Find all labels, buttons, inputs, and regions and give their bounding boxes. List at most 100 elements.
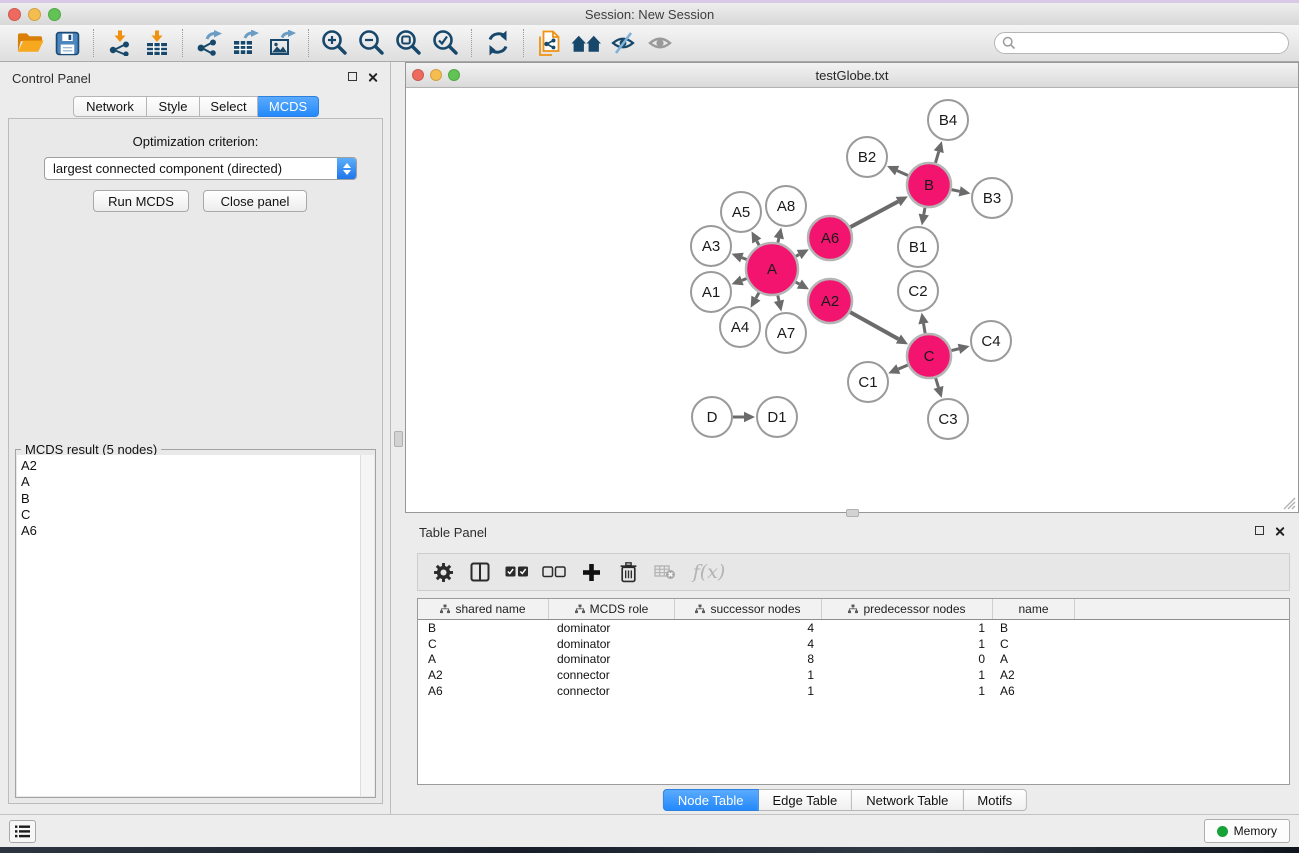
app-titlebar[interactable]: Session: New Session (0, 3, 1299, 25)
tab-network[interactable]: Network (73, 96, 147, 117)
column-header-mcds-role[interactable]: MCDS role (549, 599, 675, 619)
import-network-button[interactable] (101, 26, 138, 60)
run-mcds-button[interactable]: Run MCDS (93, 190, 189, 212)
graph-node-B1[interactable]: B1 (898, 227, 938, 267)
table-row[interactable]: A6connector11A6 (418, 683, 1289, 699)
deselect-all-rows-button[interactable] (539, 557, 569, 587)
graph-edge[interactable] (924, 324, 926, 334)
network-graph[interactable]: B4 B2 B B3 A5A8A6 A3 B1 A A1 C2 A2 A4A7 C4 C C1 C3 D D1 (407, 89, 1298, 512)
table-row[interactable]: Bdominator41B (418, 620, 1289, 636)
horizontal-split-handle[interactable] (846, 509, 859, 517)
result-item[interactable]: A (21, 474, 360, 490)
graph-edge[interactable] (796, 254, 799, 256)
vertical-split-handle[interactable] (394, 431, 403, 447)
column-visibility-button[interactable] (465, 557, 495, 587)
graph-edge[interactable] (757, 241, 759, 245)
graph-edge[interactable] (935, 152, 938, 163)
table-row[interactable]: Cdominator41C (418, 636, 1289, 652)
graph-node-B3[interactable]: B3 (972, 178, 1012, 218)
first-neighbors-button[interactable] (568, 26, 605, 60)
network-window-titlebar[interactable]: testGlobe.txt (406, 63, 1298, 88)
hide-selected-button[interactable] (605, 26, 642, 60)
global-search-field[interactable] (994, 32, 1289, 54)
graph-node-B[interactable]: B (907, 163, 951, 207)
result-list-scrollbar[interactable] (361, 455, 374, 796)
new-network-from-file-button[interactable] (531, 26, 568, 60)
close-panel-icon[interactable] (367, 72, 378, 83)
graph-node-B2[interactable]: B2 (847, 137, 887, 177)
graph-node-A8[interactable]: A8 (766, 186, 806, 226)
graph-edge[interactable] (850, 312, 898, 339)
close-panel-button[interactable]: Close panel (203, 190, 307, 212)
graph-node-D1[interactable]: D1 (757, 397, 797, 437)
graph-edge[interactable] (850, 202, 898, 228)
graph-edge[interactable] (742, 279, 747, 281)
criterion-dropdown[interactable]: largest connected component (directed) (44, 157, 357, 180)
add-column-button[interactable] (576, 557, 606, 587)
resize-grip-icon[interactable] (1282, 496, 1296, 510)
show-task-history-button[interactable] (9, 820, 36, 843)
result-item[interactable]: C (21, 507, 360, 523)
graph-node-A5[interactable]: A5 (721, 192, 761, 232)
tab-node-table[interactable]: Node Table (663, 789, 759, 811)
graph-edge[interactable] (778, 238, 779, 242)
column-header-successor-nodes[interactable]: successor nodes (675, 599, 822, 619)
graph-node-C4[interactable]: C4 (971, 321, 1011, 361)
delete-column-button[interactable] (613, 557, 643, 587)
graph-node-A1[interactable]: A1 (691, 272, 731, 312)
delete-table-button[interactable] (650, 557, 680, 587)
table-settings-button[interactable] (428, 557, 458, 587)
column-header-name[interactable]: name (993, 599, 1075, 619)
graph-node-A3[interactable]: A3 (691, 226, 731, 266)
graph-edge[interactable] (924, 208, 925, 215)
graph-node-C1[interactable]: C1 (848, 362, 888, 402)
column-header-predecessor-nodes[interactable]: predecessor nodes (822, 599, 993, 619)
close-table-panel-icon[interactable] (1274, 526, 1285, 537)
graph-edge[interactable] (898, 365, 907, 369)
tab-select[interactable]: Select (200, 96, 258, 117)
zoom-in-button[interactable] (316, 26, 353, 60)
table-row[interactable]: A2connector11A2 (418, 667, 1289, 683)
show-all-button[interactable] (642, 26, 679, 60)
result-item[interactable]: A2 (21, 458, 360, 474)
graph-node-A[interactable]: A (746, 243, 798, 295)
search-input[interactable] (1016, 34, 1288, 52)
tab-motifs[interactable]: Motifs (963, 789, 1027, 811)
memory-button[interactable]: Memory (1204, 819, 1290, 843)
zoom-out-button[interactable] (353, 26, 390, 60)
result-item[interactable]: B (21, 491, 360, 507)
graph-edge[interactable] (897, 171, 908, 176)
export-network-button[interactable] (190, 26, 227, 60)
float-panel-icon[interactable] (348, 72, 357, 81)
graph-node-A6[interactable]: A6 (808, 216, 852, 260)
mcds-result-list[interactable]: A2ABCA6 (17, 455, 361, 796)
column-header-shared-name[interactable]: shared name (418, 599, 549, 619)
graph-node-C3[interactable]: C3 (928, 399, 968, 439)
tab-mcds[interactable]: MCDS (258, 96, 319, 117)
open-session-button[interactable] (12, 26, 49, 60)
graph-edge[interactable] (952, 190, 960, 192)
export-table-button[interactable] (227, 26, 264, 60)
graph-edge[interactable] (778, 295, 779, 300)
result-item[interactable]: A6 (21, 523, 360, 539)
function-builder-button[interactable]: f(x) (687, 557, 731, 587)
refresh-layout-button[interactable] (479, 26, 516, 60)
export-image-button[interactable] (264, 26, 301, 60)
graph-node-D[interactable]: D (692, 397, 732, 437)
tab-style[interactable]: Style (147, 96, 200, 117)
graph-node-C[interactable]: C (907, 334, 951, 378)
graph-edge[interactable] (742, 258, 747, 260)
graph-edge[interactable] (936, 378, 939, 387)
import-table-button[interactable] (138, 26, 175, 60)
tab-network-table[interactable]: Network Table (852, 789, 963, 811)
save-session-button[interactable] (49, 26, 86, 60)
graph-node-A7[interactable]: A7 (766, 313, 806, 353)
graph-node-A2[interactable]: A2 (808, 279, 852, 323)
graph-node-C2[interactable]: C2 (898, 271, 938, 311)
tab-edge-table[interactable]: Edge Table (758, 789, 852, 811)
graph-node-B4[interactable]: B4 (928, 100, 968, 140)
graph-edge[interactable] (951, 349, 959, 351)
graph-node-A4[interactable]: A4 (720, 307, 760, 347)
float-table-panel-icon[interactable] (1255, 526, 1264, 535)
zoom-fit-button[interactable] (390, 26, 427, 60)
